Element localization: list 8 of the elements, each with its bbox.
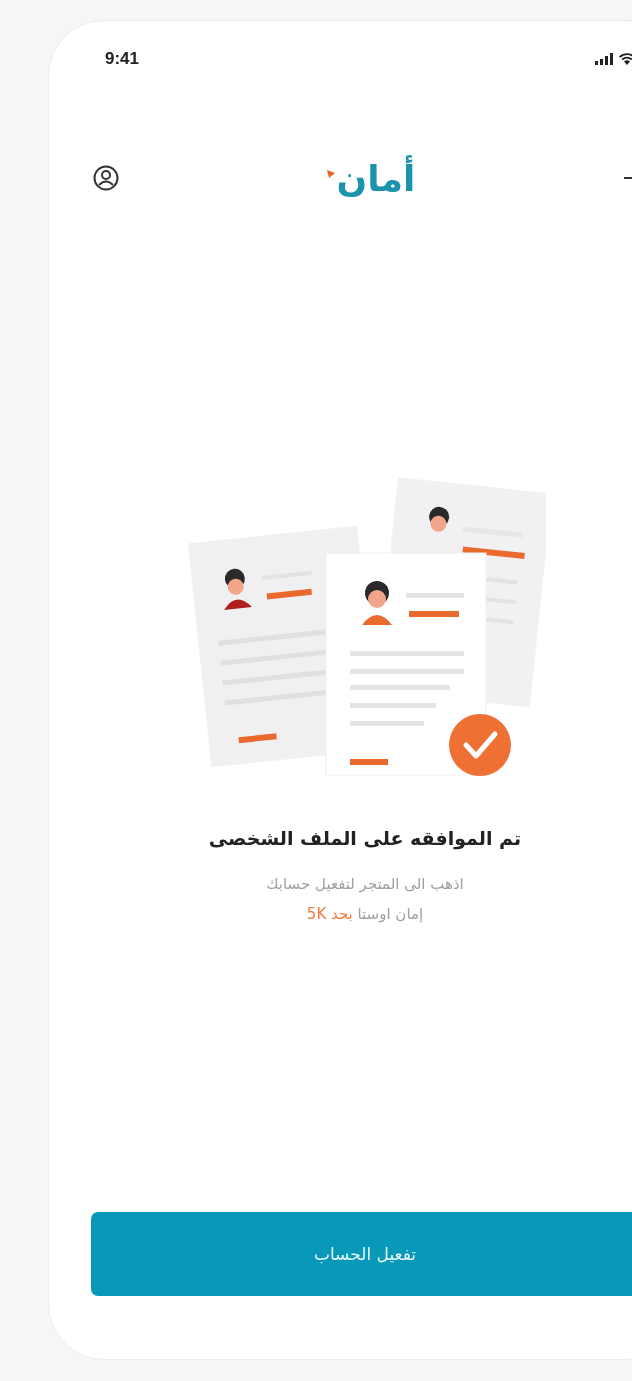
wifi-icon bbox=[619, 53, 632, 65]
profile-icon bbox=[93, 165, 119, 191]
app-logo: أمان bbox=[336, 157, 416, 199]
activate-account-button[interactable]: تفعيل الحساب bbox=[91, 1212, 632, 1296]
status-time: 9:41 bbox=[105, 49, 140, 69]
approval-title: تم الموافقه على الملف الشخصى bbox=[207, 827, 523, 849]
signal-icon bbox=[595, 53, 613, 65]
instruction-text: اذهب الى المتجر لتفعيل حسابك إمان اوستا بحد 5K bbox=[265, 874, 465, 925]
